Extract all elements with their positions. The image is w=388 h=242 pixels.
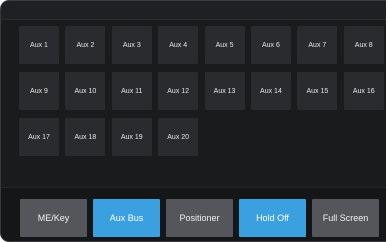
aux-button-11[interactable]: Aux 11 [111, 72, 152, 110]
aux-button-18[interactable]: Aux 18 [65, 118, 106, 156]
aux-button-17[interactable]: Aux 17 [19, 118, 59, 156]
aux-button-8[interactable]: Aux 8 [343, 26, 384, 64]
aux-button-16[interactable]: Aux 16 [343, 72, 384, 110]
aux-button-7[interactable]: Aux 7 [297, 26, 338, 64]
aux-button-19[interactable]: Aux 19 [111, 118, 152, 156]
panel-header-strip [1, 1, 386, 20]
aux-button-6[interactable]: Aux 6 [250, 26, 291, 64]
aux-button-2[interactable]: Aux 2 [65, 26, 106, 64]
aux-button-1[interactable]: Aux 1 [19, 26, 59, 64]
control-panel: Aux 1 Aux 2 Aux 3 Aux 4 Aux 5 Aux 6 Aux … [0, 0, 386, 242]
aux-button-5[interactable]: Aux 5 [204, 26, 245, 64]
aux-button-9[interactable]: Aux 9 [19, 72, 59, 110]
aux-button-12[interactable]: Aux 12 [158, 72, 199, 110]
positioner-button[interactable]: Positioner [166, 199, 233, 237]
aux-button-grid: Aux 1 Aux 2 Aux 3 Aux 4 Aux 5 Aux 6 Aux … [19, 26, 384, 156]
aux-bus-button[interactable]: Aux Bus [93, 199, 160, 237]
aux-button-20[interactable]: Aux 20 [158, 118, 199, 156]
me-key-button[interactable]: ME/Key [20, 199, 87, 237]
full-screen-button[interactable]: Full Screen [312, 199, 379, 237]
aux-button-10[interactable]: Aux 10 [65, 72, 106, 110]
aux-button-3[interactable]: Aux 3 [111, 26, 152, 64]
bottom-toolbar: ME/Key Aux Bus Positioner Hold Off Full … [20, 199, 379, 237]
hold-off-button[interactable]: Hold Off [239, 199, 306, 237]
aux-button-13[interactable]: Aux 13 [204, 72, 245, 110]
aux-button-15[interactable]: Aux 15 [297, 72, 338, 110]
aux-button-4[interactable]: Aux 4 [158, 26, 199, 64]
aux-button-14[interactable]: Aux 14 [250, 72, 291, 110]
